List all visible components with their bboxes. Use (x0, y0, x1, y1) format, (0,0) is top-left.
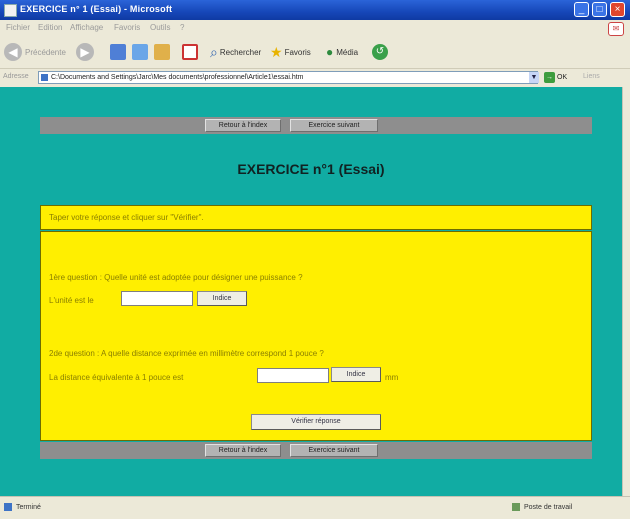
home-icon (154, 44, 170, 60)
nav-bar-bottom: Retour à l'index Exercice suivant (40, 442, 592, 459)
unit-label: mm (385, 373, 399, 382)
nav-bar-top: Retour à l'index Exercice suivant (40, 117, 592, 134)
links-toolbar[interactable]: Liens (583, 73, 600, 80)
hint-1-button[interactable]: Indice (197, 291, 247, 306)
question-1-text: 1ère question : Quelle unité est adoptée… (49, 273, 303, 282)
status-text: Terminé (16, 504, 41, 511)
search-icon: ⌕ (210, 43, 218, 60)
toolbar: ◀ Précédente ▶ ⌕ Rechercher ★ Favoris ● … (0, 36, 630, 68)
msn-icon (182, 44, 198, 60)
stop-icon (110, 44, 126, 60)
messenger-icon[interactable]: ✉ (608, 22, 624, 36)
media-button[interactable]: ● Média (326, 42, 358, 62)
maximize-button[interactable]: □ (592, 2, 607, 17)
menu-favorites[interactable]: Favoris (114, 23, 140, 32)
refresh-button[interactable] (132, 42, 148, 62)
menu-help[interactable]: ? (180, 23, 184, 32)
menu-view[interactable]: Affichage (70, 23, 103, 32)
instructions-text: Taper votre réponse et cliquer sur "Véri… (49, 213, 204, 222)
question-2-text: 2de question : A quelle distance exprimé… (49, 349, 324, 358)
history-button[interactable]: ↺ (372, 42, 388, 62)
question-2-prompt: La distance équivalente à 1 pouce est (49, 373, 184, 382)
address-bar: Adresse C:\Documents and Settings\Jarc\M… (0, 68, 630, 87)
instructions-box: Taper votre réponse et cliquer sur "Véri… (40, 205, 592, 230)
star-icon: ★ (270, 43, 283, 60)
history-icon: ↺ (372, 44, 388, 60)
menu-file[interactable]: Fichier (6, 23, 30, 32)
home-button[interactable] (154, 42, 170, 62)
menu-tools[interactable]: Outils (150, 23, 170, 32)
page-content: Retour à l'index Exercice suivant EXERCI… (0, 87, 622, 496)
forward-arrow-icon: ▶ (76, 43, 94, 61)
menu-edit[interactable]: Edition (38, 23, 62, 32)
next-exercise-button[interactable]: Exercice suivant (290, 119, 378, 132)
page-icon (41, 74, 48, 81)
verify-button[interactable]: Vérifier réponse (251, 414, 381, 430)
refresh-icon (132, 44, 148, 60)
hint-2-button[interactable]: Indice (331, 367, 381, 382)
msn-button[interactable] (182, 42, 198, 62)
address-input[interactable]: C:\Documents and Settings\Jarc\Mes docum… (38, 71, 538, 84)
go-arrow-icon: → (544, 72, 555, 83)
back-arrow-icon: ◀ (4, 43, 22, 61)
window-titlebar: EXERCICE n° 1 (Essai) - Microsoft _ □ × (0, 0, 630, 20)
vertical-scrollbar[interactable] (622, 87, 630, 496)
address-dropdown-icon[interactable]: ▼ (529, 72, 539, 83)
stop-button[interactable] (110, 42, 126, 62)
status-bar: Terminé Poste de travail (0, 496, 630, 519)
forward-button[interactable]: ▶ (76, 42, 94, 62)
answer-2-input[interactable] (257, 368, 329, 383)
back-to-index-button[interactable]: Retour à l'index (205, 119, 281, 132)
question-1-prompt: L'unité est le (49, 296, 94, 305)
answer-1-input[interactable] (121, 291, 193, 306)
go-button[interactable]: → OK (544, 71, 570, 84)
window-title: EXERCICE n° 1 (Essai) - Microsoft (20, 4, 173, 14)
media-icon: ● (326, 45, 334, 59)
ie-window-icon (4, 4, 17, 17)
minimize-button[interactable]: _ (574, 2, 589, 17)
back-button[interactable]: ◀ Précédente (4, 42, 66, 62)
close-button[interactable]: × (610, 2, 625, 17)
next-exercise-button-bottom[interactable]: Exercice suivant (290, 444, 378, 457)
computer-zone-icon (512, 503, 520, 511)
menu-bar: Fichier Edition Affichage Favoris Outils… (0, 20, 630, 36)
favorites-button[interactable]: ★ Favoris (270, 42, 311, 62)
address-label: Adresse (3, 73, 29, 80)
page-status-icon (4, 503, 12, 511)
questions-panel: 1ère question : Quelle unité est adoptée… (40, 231, 592, 441)
page-title: EXERCICE n°1 (Essai) (237, 161, 385, 177)
back-to-index-button-bottom[interactable]: Retour à l'index (205, 444, 281, 457)
security-zone-text: Poste de travail (524, 504, 573, 511)
search-button[interactable]: ⌕ Rechercher (210, 42, 261, 62)
